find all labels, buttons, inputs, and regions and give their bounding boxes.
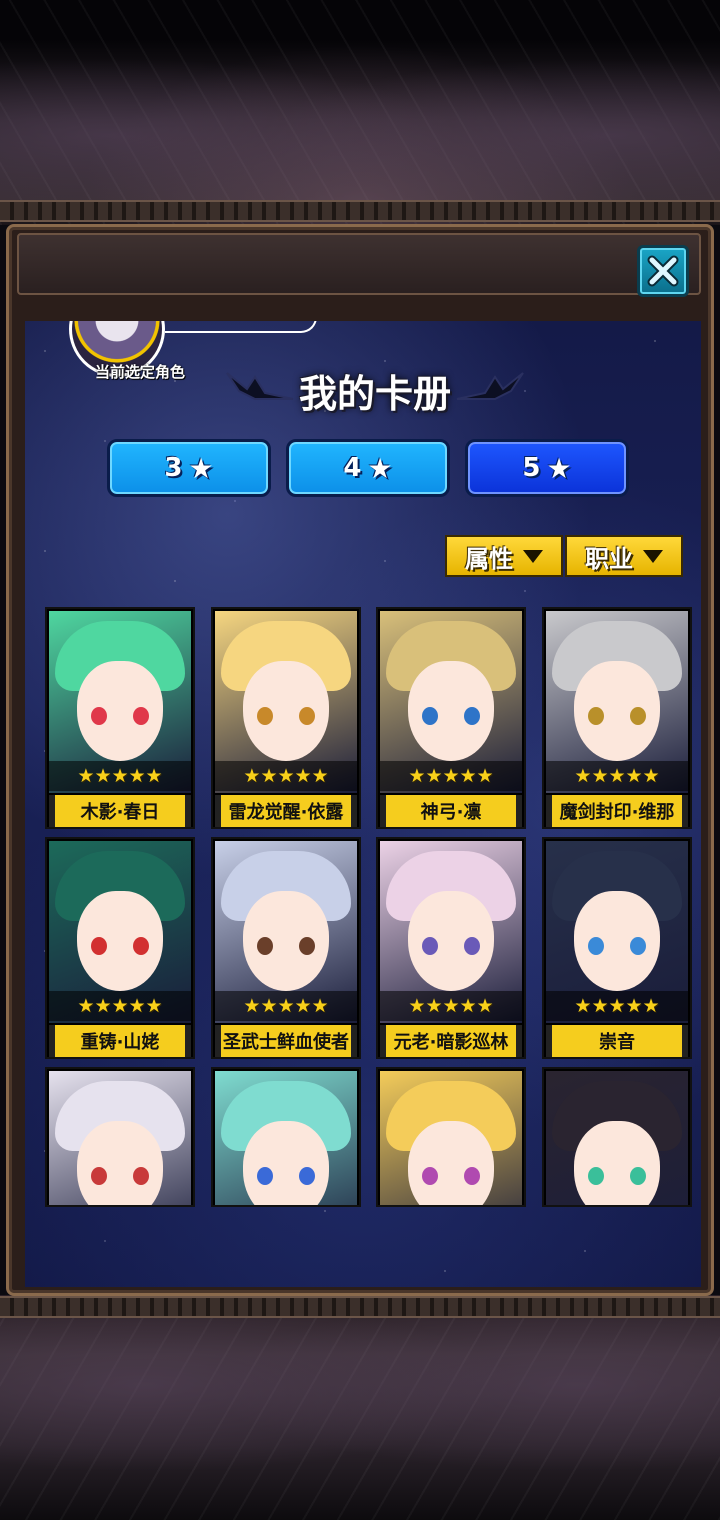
face-shape	[243, 891, 329, 991]
star-icon: ★	[546, 451, 572, 485]
tab-4-star[interactable]: 4 ★	[286, 439, 450, 497]
right-eye	[464, 937, 480, 955]
character-card[interactable]: ★★★★★ 木影·春日	[45, 607, 195, 829]
tab-label: 5	[522, 453, 541, 483]
class-dropdown[interactable]: 职业	[565, 535, 683, 577]
character-portrait	[49, 1071, 191, 1205]
character-portrait	[380, 1071, 522, 1205]
left-eye	[257, 707, 273, 725]
album-content: 当前选定角色 我的卡册 3 ★ 4 ★ 5 ★ 属性 职业 ★★★★★ 木影·春…	[25, 321, 701, 1287]
left-eye	[422, 707, 438, 725]
right-wing-icon	[456, 372, 524, 400]
left-eye	[91, 1167, 107, 1185]
character-card[interactable]: ★★★★★ 崇音	[542, 837, 692, 1059]
rarity-stars: ★★★★★	[215, 761, 357, 791]
face-shape	[77, 891, 163, 991]
face-shape	[77, 661, 163, 761]
rarity-stars: ★★★★★	[546, 991, 688, 1021]
rarity-stars: ★★★★★	[49, 761, 191, 791]
left-eye	[588, 1167, 604, 1185]
face-shape	[243, 661, 329, 761]
rarity-stars: ★★★★★	[49, 991, 191, 1021]
card-grid: ★★★★★ 木影·春日 ★★★★★ 雷龙觉醒·依露 ★★★★★ 神弓·凛 ★★★★★ 魔剑封印…	[45, 607, 695, 1207]
right-eye	[630, 707, 646, 725]
character-name: 元老·暗影巡林	[380, 1025, 522, 1057]
dropdown-arrow-icon	[523, 549, 543, 563]
face-shape	[243, 1121, 329, 1205]
right-eye	[133, 707, 149, 725]
right-eye	[464, 1167, 480, 1185]
face-shape	[408, 661, 494, 761]
face-shape	[574, 661, 660, 761]
star-filter-tabs: 3 ★ 4 ★ 5 ★	[107, 439, 631, 497]
right-eye	[133, 937, 149, 955]
tab-label: 3	[164, 453, 183, 483]
rarity-stars: ★★★★★	[380, 991, 522, 1021]
face-shape	[408, 1121, 494, 1205]
character-name: 崇音	[546, 1025, 688, 1057]
character-portrait	[215, 1071, 357, 1205]
right-eye	[299, 937, 315, 955]
left-eye	[257, 1167, 273, 1185]
left-eye	[422, 937, 438, 955]
character-card[interactable]	[376, 1067, 526, 1207]
character-card[interactable]	[211, 1067, 361, 1207]
right-eye	[299, 1167, 315, 1185]
character-card[interactable]: ★★★★★ 魔剑封印·维那	[542, 607, 692, 829]
close-x-icon	[647, 255, 679, 287]
right-eye	[133, 1167, 149, 1185]
selected-role-label: 当前选定角色	[94, 363, 185, 381]
character-card[interactable]: ★★★★★ 圣武士鲜血使者	[211, 837, 361, 1059]
character-card[interactable]	[45, 1067, 195, 1207]
dropdown-label: 职业	[585, 544, 633, 573]
attribute-dropdown[interactable]: 属性	[445, 535, 563, 577]
top-decoration	[0, 0, 720, 225]
left-eye	[422, 1167, 438, 1185]
panel-title-bar	[17, 233, 701, 297]
rarity-stars: ★★★★★	[215, 991, 357, 1021]
character-portrait	[546, 1071, 688, 1205]
star-icon: ★	[188, 451, 214, 485]
face-shape	[574, 891, 660, 991]
character-card[interactable]: ★★★★★ 神弓·凛	[376, 607, 526, 829]
right-eye	[630, 1167, 646, 1185]
avatar-frame-line	[165, 321, 317, 333]
character-name: 重铸·山姥	[49, 1025, 191, 1057]
rarity-stars: ★★★★★	[380, 761, 522, 791]
dropdown-label: 属性	[465, 544, 513, 573]
right-eye	[630, 937, 646, 955]
rarity-stars: ★★★★★	[546, 761, 688, 791]
bottom-decoration	[0, 1295, 720, 1520]
left-eye	[588, 707, 604, 725]
dropdown-arrow-icon	[643, 549, 663, 563]
character-card[interactable]: ★★★★★ 元老·暗影巡林	[376, 837, 526, 1059]
face-shape	[408, 891, 494, 991]
character-card[interactable]: ★★★★★ 雷龙觉醒·依露	[211, 607, 361, 829]
character-name: 木影·春日	[49, 795, 191, 827]
face-shape	[77, 1121, 163, 1205]
tab-label: 4	[343, 453, 362, 483]
character-name: 魔剑封印·维那	[546, 795, 688, 827]
character-name: 雷龙觉醒·依露	[215, 795, 357, 827]
left-eye	[91, 707, 107, 725]
character-name: 神弓·凛	[380, 795, 522, 827]
title-banner: 我的卡册	[225, 351, 525, 421]
character-card[interactable]: ★★★★★ 重铸·山姥	[45, 837, 195, 1059]
left-eye	[91, 937, 107, 955]
face-shape	[574, 1121, 660, 1205]
bottom-border-band	[0, 1296, 720, 1318]
character-card[interactable]	[542, 1067, 692, 1207]
tab-3-star[interactable]: 3 ★	[107, 439, 271, 497]
close-button[interactable]	[637, 245, 689, 297]
star-icon: ★	[367, 451, 393, 485]
left-eye	[257, 937, 273, 955]
character-name: 圣武士鲜血使者	[215, 1025, 357, 1057]
card-album-panel: 当前选定角色 我的卡册 3 ★ 4 ★ 5 ★ 属性 职业 ★★★★★ 木影·春…	[6, 224, 714, 1296]
right-eye	[299, 707, 315, 725]
left-eye	[588, 937, 604, 955]
tab-5-star[interactable]: 5 ★	[465, 439, 629, 497]
top-border-band	[0, 200, 720, 222]
right-eye	[464, 707, 480, 725]
